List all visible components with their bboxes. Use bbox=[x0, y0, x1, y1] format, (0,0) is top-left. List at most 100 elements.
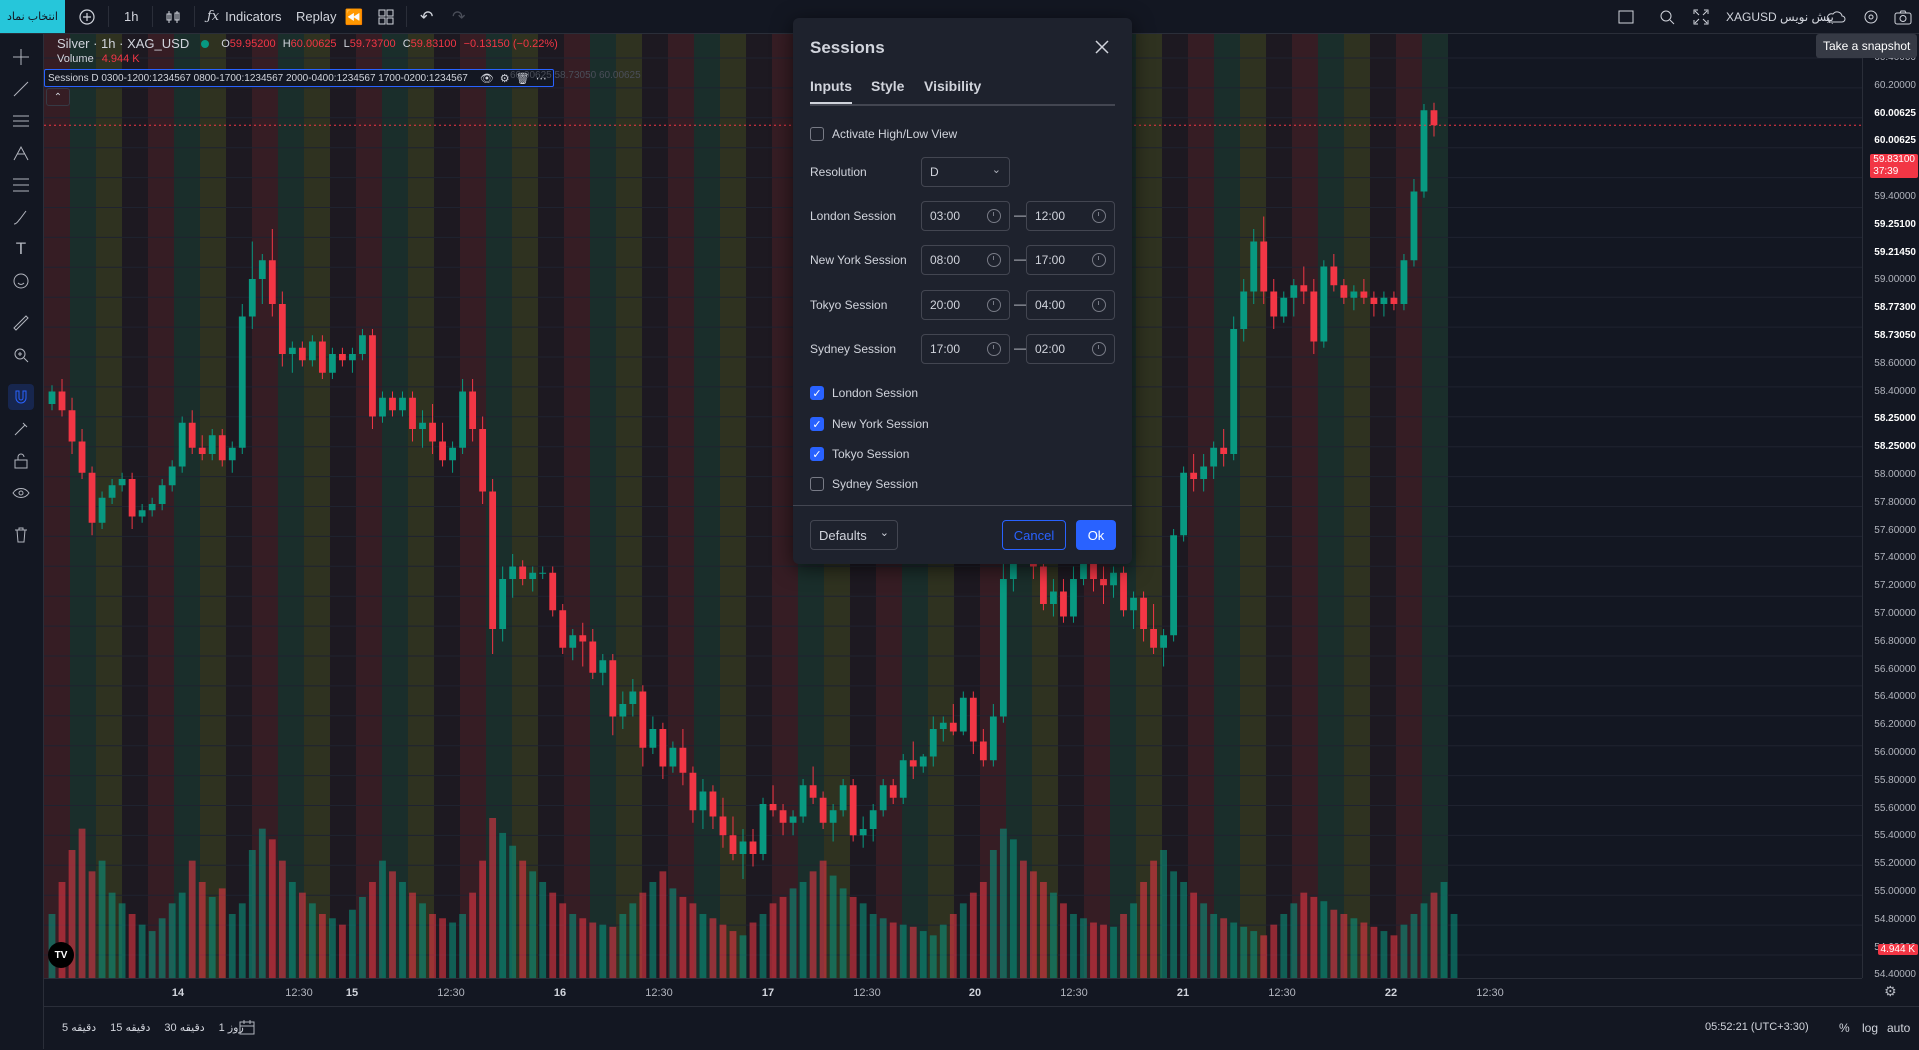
clock-icon[interactable] bbox=[987, 342, 1001, 356]
sydney-start-field[interactable]: 17:00 bbox=[921, 334, 1010, 364]
eye-icon[interactable] bbox=[8, 480, 34, 506]
pitchfork-icon[interactable] bbox=[8, 140, 34, 166]
ok-button[interactable]: Ok bbox=[1076, 520, 1116, 550]
percent-toggle[interactable]: % bbox=[1839, 1021, 1850, 1035]
newyork-end-field[interactable]: 17:00 bbox=[1026, 245, 1115, 275]
tab-inputs[interactable]: Inputs bbox=[810, 78, 852, 94]
clock-icon[interactable] bbox=[987, 253, 1001, 267]
sydney-end-field[interactable]: 02:00 bbox=[1026, 334, 1115, 364]
tokyo-end-field[interactable]: 04:00 bbox=[1026, 290, 1115, 320]
sydney-toggle-row[interactable]: Sydney Session bbox=[810, 477, 918, 491]
horizontal-lines-icon[interactable] bbox=[8, 108, 34, 134]
fullscreen-frame-icon[interactable] bbox=[1618, 0, 1634, 33]
clock-icon[interactable] bbox=[1092, 298, 1106, 312]
tab-visibility[interactable]: Visibility bbox=[924, 78, 981, 94]
price-axis[interactable]: 60.4000060.2000060.0062560.0062559.60000… bbox=[1862, 34, 1919, 980]
legend-eye-icon[interactable]: 👁 bbox=[480, 72, 494, 85]
tokyo-start-field[interactable]: 20:00 bbox=[921, 290, 1010, 320]
expand-icon[interactable] bbox=[1692, 0, 1710, 33]
candle-body bbox=[649, 729, 657, 748]
newyork-toggle-row[interactable]: ✓ New York Session bbox=[810, 417, 929, 431]
fib-icon[interactable] bbox=[8, 172, 34, 198]
legend-settings-icon[interactable]: ⚙ bbox=[500, 72, 510, 85]
tokyo-checkbox[interactable]: ✓ bbox=[810, 447, 824, 461]
clock-icon[interactable] bbox=[1092, 209, 1106, 223]
draft-symbol-label[interactable]: XAGUSD پیش نویس bbox=[1726, 0, 1834, 33]
zoom-search-icon[interactable] bbox=[1658, 0, 1676, 33]
trash-icon[interactable] bbox=[8, 522, 34, 548]
newyork-start-field[interactable]: 08:00 bbox=[921, 245, 1010, 275]
auto-toggle[interactable]: auto bbox=[1887, 1021, 1910, 1035]
time-axis[interactable]: 14 12:30 15 12:30 16 12:30 17 12:30 20 12:30 21 12:… bbox=[44, 978, 1862, 1007]
trend-line-icon[interactable] bbox=[8, 76, 34, 102]
volume-bar bbox=[839, 888, 847, 978]
newyork-checkbox[interactable]: ✓ bbox=[810, 417, 824, 431]
lock-icon[interactable] bbox=[8, 448, 34, 474]
range-5m[interactable]: 5 دقیقه bbox=[62, 1021, 96, 1034]
volume-bar bbox=[979, 882, 987, 978]
price-tick-label: 57.00000 bbox=[1874, 608, 1916, 619]
tab-style[interactable]: Style bbox=[871, 78, 904, 94]
ruler-icon[interactable] bbox=[8, 310, 34, 336]
cancel-button[interactable]: Cancel bbox=[1002, 520, 1066, 550]
sydney-checkbox[interactable] bbox=[810, 477, 824, 491]
text-tool-icon[interactable]: T bbox=[8, 236, 34, 262]
collapse-legend-button[interactable]: ⌃ bbox=[46, 88, 70, 106]
london-end-field[interactable]: 12:00 bbox=[1026, 201, 1115, 231]
crosshair-icon[interactable] bbox=[8, 44, 34, 70]
camera-icon[interactable] bbox=[1894, 0, 1912, 33]
clock-display[interactable]: 05:52:21 (UTC+3:30) bbox=[1705, 1021, 1809, 1033]
volume-bar bbox=[649, 882, 657, 978]
london-checkbox[interactable]: ✓ bbox=[810, 386, 824, 400]
tokyo-toggle-row[interactable]: ✓ Tokyo Session bbox=[810, 447, 909, 461]
activate-hl-checkbox[interactable] bbox=[810, 127, 824, 141]
london-start-field[interactable]: 03:00 bbox=[921, 201, 1010, 231]
range-30m[interactable]: 30 دقیقه bbox=[164, 1021, 204, 1034]
volume-bar bbox=[1260, 935, 1268, 978]
candle-body bbox=[799, 785, 807, 817]
clock-icon[interactable] bbox=[1092, 342, 1106, 356]
activate-hl-row[interactable]: Activate High/Low View bbox=[810, 127, 957, 141]
log-toggle[interactable]: log bbox=[1862, 1021, 1878, 1035]
candle-body bbox=[859, 829, 867, 836]
add-symbol-icon[interactable] bbox=[78, 0, 96, 33]
london-toggle-row[interactable]: ✓ London Session bbox=[810, 386, 918, 400]
axis-settings-icon[interactable]: ⚙ bbox=[1884, 983, 1897, 1000]
redo-icon[interactable]: ↷ bbox=[452, 0, 465, 33]
cloud-icon[interactable] bbox=[1825, 0, 1847, 33]
magnet-icon[interactable] bbox=[8, 384, 34, 410]
clock-icon[interactable] bbox=[987, 209, 1001, 223]
chart-type-icon[interactable] bbox=[164, 0, 182, 33]
interval-button[interactable]: 1h bbox=[124, 0, 138, 33]
candle-body bbox=[939, 722, 947, 729]
undo-icon[interactable]: ↶ bbox=[420, 0, 433, 33]
clock-icon[interactable] bbox=[987, 298, 1001, 312]
range-15m[interactable]: 15 دقیقه bbox=[110, 1021, 150, 1034]
layout-grid-icon[interactable] bbox=[378, 0, 394, 33]
volume-label[interactable]: Volume bbox=[57, 53, 94, 65]
clock-icon[interactable] bbox=[1092, 253, 1106, 267]
candle-body bbox=[809, 785, 817, 798]
sessions-legend[interactable]: Sessions D 0300-1200:1234567 0800-1700:1… bbox=[44, 69, 554, 87]
emoji-icon[interactable] bbox=[8, 268, 34, 294]
resolution-select[interactable]: D ⌄ bbox=[921, 157, 1010, 187]
zoom-in-icon[interactable] bbox=[8, 342, 34, 368]
lock-drawing-icon[interactable] bbox=[8, 416, 34, 442]
close-icon[interactable] bbox=[1092, 37, 1112, 57]
symbol-search-button[interactable]: انتخاب نماد bbox=[0, 0, 65, 33]
brush-icon[interactable] bbox=[8, 204, 34, 230]
calendar-icon[interactable] bbox=[239, 1019, 255, 1038]
settings-gear-icon[interactable] bbox=[1862, 0, 1880, 33]
candle-body bbox=[399, 397, 406, 411]
candle-body bbox=[1180, 472, 1188, 536]
volume-bar bbox=[569, 914, 577, 978]
sessions-settings-dialog: Sessions Inputs Style Visibility Activat… bbox=[793, 18, 1132, 564]
symbol-title[interactable]: Silver · 1h · XAG_USD bbox=[57, 36, 189, 51]
snapshot-tooltip: Take a snapshot bbox=[1816, 34, 1918, 58]
replay-button[interactable]: Replay ⏪ bbox=[296, 0, 363, 33]
candle-body bbox=[419, 422, 426, 429]
defaults-dropdown[interactable]: Defaults ⌄ bbox=[810, 520, 898, 550]
volume-bar bbox=[769, 903, 777, 978]
tradingview-logo[interactable]: TV bbox=[48, 942, 74, 968]
indicators-button[interactable]: ƒx Indicators bbox=[207, 0, 282, 33]
